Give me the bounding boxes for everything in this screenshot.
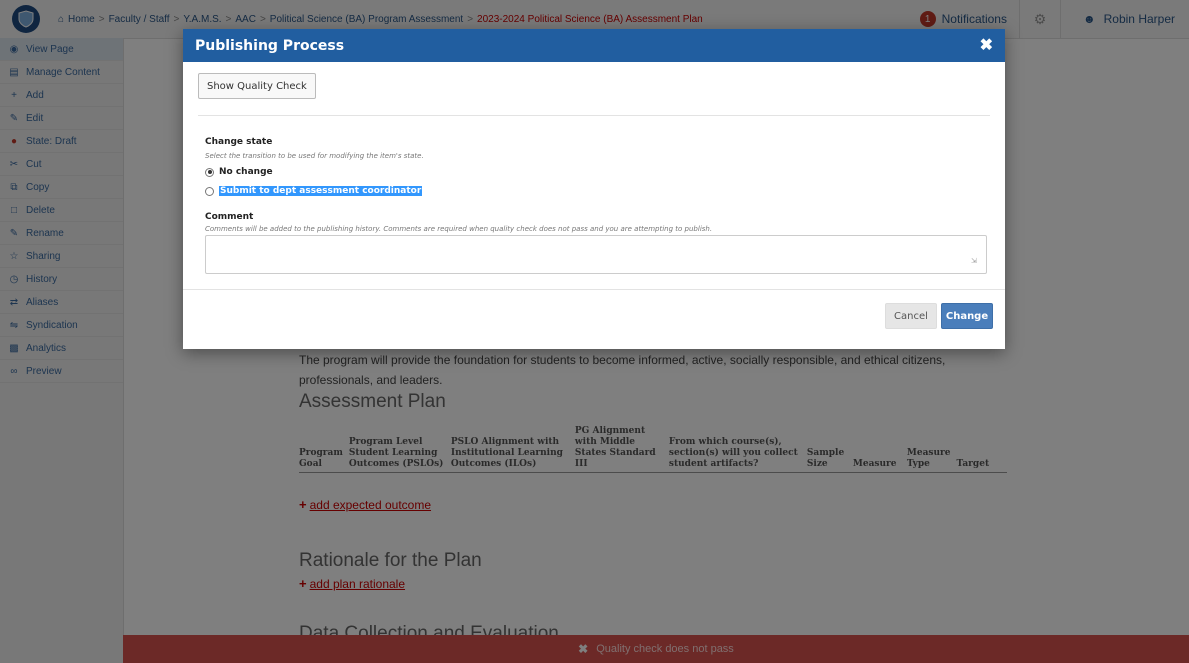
option-no-change[interactable]: No change — [205, 167, 273, 177]
resize-handle-icon[interactable]: ⇲ — [971, 258, 979, 266]
comment-textarea[interactable] — [205, 235, 987, 274]
option-label: Submit to dept assessment coordinator — [219, 186, 423, 196]
change-button[interactable]: Change — [941, 303, 993, 329]
comment-label: Comment — [205, 212, 254, 222]
dialog-header: Publishing Process ✖ — [183, 29, 1005, 62]
divider — [198, 115, 990, 116]
show-quality-check-button[interactable]: Show Quality Check — [198, 73, 316, 99]
option-submit-to-coordinator[interactable]: Submit to dept assessment coordinator — [205, 186, 423, 196]
option-label: No change — [219, 167, 273, 177]
close-icon[interactable]: ✖ — [980, 37, 993, 54]
cancel-button[interactable]: Cancel — [885, 303, 937, 329]
change-state-help: Select the transition to be used for mod… — [205, 152, 424, 160]
radio-submit-to-coordinator[interactable] — [205, 186, 214, 196]
radio-no-change[interactable] — [205, 167, 214, 177]
change-state-label: Change state — [205, 137, 273, 147]
publishing-process-dialog: Publishing Process ✖ Show Quality Check … — [183, 29, 1005, 349]
dialog-title: Publishing Process — [195, 37, 345, 54]
divider — [183, 289, 1005, 290]
comment-help: Comments will be added to the publishing… — [205, 225, 713, 233]
